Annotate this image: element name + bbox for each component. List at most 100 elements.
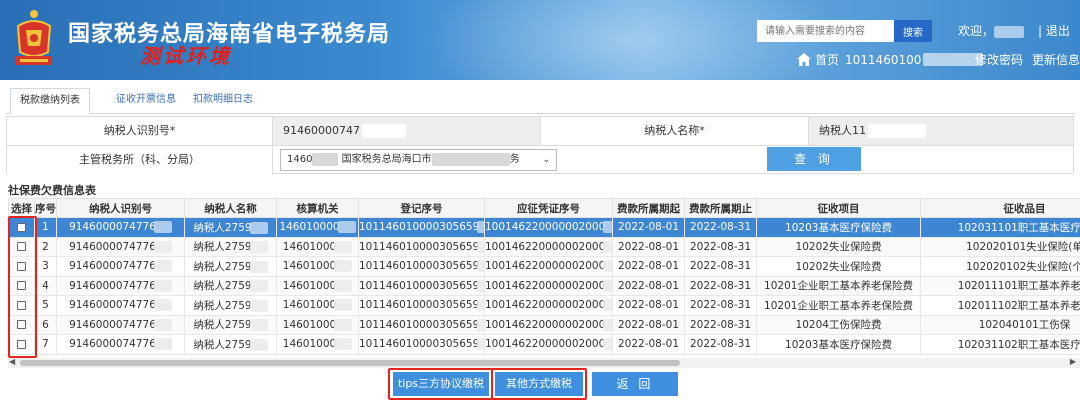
search-input[interactable] — [757, 20, 894, 42]
cell-start: 2022-08-01 — [612, 256, 685, 277]
home-link[interactable]: 首页 1011460100 — [797, 51, 984, 68]
cell-no-text: 3 — [42, 260, 49, 273]
tax-office-mid: 国家税务总局海口市 — [341, 154, 432, 165]
site-header: 国家税务总局海南省电子税务局 测试环境 搜索 欢迎， | 退出 首页 10114… — [0, 0, 1080, 80]
section-title: 社保费欠费信息表 — [8, 184, 96, 197]
cell-start-text: 2022-08-01 — [617, 260, 680, 273]
table-row[interactable]: 6 9146000074776 纳税人2759 14601000 10114601000… — [8, 314, 1080, 335]
cell-item: 10203基本医疗保险费 — [756, 217, 921, 238]
chevron-down-icon: ⌄ — [542, 155, 550, 165]
table-row[interactable]: 1 9146000074776 纳税人2759 146010000 1011460100… — [8, 217, 1080, 238]
cell-item-text: 10203基本医疗保险费 — [785, 338, 892, 351]
cell-voucher-no-text: 100146220000002000 — [485, 221, 606, 234]
redaction-mask — [249, 241, 268, 254]
cell-name: 纳税人2759 — [184, 275, 277, 296]
redaction-mask — [249, 338, 268, 351]
cell-item-text: 10202失业保险费 — [795, 241, 882, 254]
col-voucher-no: 应征凭证序号 — [484, 198, 613, 218]
scroll-left-icon[interactable]: ◀ — [9, 357, 15, 366]
redaction-mask — [334, 338, 353, 351]
table-row[interactable]: 7 9146000074776 纳税人2759 14601000 10114601000… — [8, 334, 1080, 355]
cell-start: 2022-08-01 — [612, 314, 685, 335]
tab-payment-list[interactable]: 税款缴纳列表 — [10, 88, 90, 114]
cell-item: 10204工伤保险费 — [756, 314, 921, 335]
scroll-right-icon[interactable]: ▶ — [1070, 357, 1076, 366]
logout-link[interactable]: | 退出 — [1038, 22, 1070, 39]
cell-voucher-no-text: 100146220000002000 — [485, 338, 606, 351]
query-button[interactable]: 查 询 — [767, 147, 861, 171]
cell-sub-item: 102031101职工基本医疗保 — [920, 217, 1080, 238]
cell-office-text: 146010000 — [279, 221, 340, 234]
tax-office-select[interactable]: 1460 国家税务总局海口市 务 ⌄ — [280, 149, 557, 171]
redaction-mask — [334, 260, 353, 273]
cell-end: 2022-08-31 — [684, 275, 757, 296]
col-start: 费款所属期起 — [612, 198, 685, 218]
cell-item-text: 10202失业保险费 — [795, 260, 882, 273]
redaction-mask — [603, 279, 612, 292]
change-password-link[interactable]: 修改密码 — [975, 51, 1023, 68]
taxpayer-id-mask — [361, 124, 406, 138]
cell-start-text: 2022-08-01 — [617, 318, 680, 331]
back-button[interactable]: 返 回 — [592, 372, 678, 396]
update-info-link[interactable]: 更新信息 — [1032, 51, 1080, 68]
query-form: 纳税人识别号* 91460000747 纳税人名称* 纳税人11 主管税务所（科… — [6, 116, 1074, 174]
redaction-mask — [477, 299, 484, 312]
cell-voucher-no: 100146220000002000 — [484, 314, 613, 335]
env-tag: 测试环境 — [140, 44, 232, 68]
search-button[interactable]: 搜索 — [894, 20, 932, 42]
table-row[interactable]: 4 9146000074776 纳税人2759 14601000 10114601000… — [8, 275, 1080, 296]
logout-label: 退出 — [1045, 24, 1070, 38]
cell-no-text: 7 — [42, 338, 49, 351]
cell-tax-id: 9146000074776 — [56, 236, 185, 257]
cell-item: 10201企业职工基本养老保险费 — [756, 275, 921, 296]
taxpayer-name-field[interactable]: 纳税人11 — [808, 117, 1073, 145]
redaction-mask — [477, 240, 484, 253]
arrears-table: 选择 序号 纳税人识别号 纳税人名称 核算机关 登记序号 应征凭证序号 费款所属… — [8, 198, 1080, 358]
cell-name: 纳税人2759 — [184, 295, 277, 316]
tax-office-mask-1 — [312, 152, 339, 166]
scrollbar-thumb[interactable] — [20, 360, 680, 366]
cell-voucher-no: 100146220000002000 — [484, 217, 613, 238]
other-pay-button[interactable]: 其他方式缴税 — [495, 372, 583, 396]
tab-deduction-log[interactable]: 扣款明细日志 — [193, 88, 253, 114]
cell-sub-item-text: 102040101工伤保 — [978, 319, 1071, 332]
horizontal-scrollbar[interactable]: ◀ ▶ — [8, 357, 1080, 368]
tax-office-suffix: 务 — [509, 154, 520, 165]
redaction-mask — [334, 318, 353, 331]
cell-end-text: 2022-08-31 — [689, 221, 752, 234]
col-item: 征收项目 — [756, 198, 921, 218]
cell-item: 10202失业保险费 — [756, 256, 921, 277]
cell-office: 146010000 — [276, 217, 359, 238]
cell-tax-id: 9146000074776 — [56, 334, 185, 355]
cell-tax-id-text: 9146000074776 — [69, 240, 156, 253]
cell-reg-no: 101146010000305659 — [358, 217, 485, 238]
cell-tax-id: 9146000074776 — [56, 275, 185, 296]
cell-item: 10202失业保险费 — [756, 236, 921, 257]
redaction-mask — [603, 299, 612, 312]
cell-office: 14601000 — [276, 275, 359, 296]
tab-bar: 税款缴纳列表 征收开票信息 扣款明细日志 — [6, 88, 1074, 114]
redaction-mask — [249, 280, 268, 293]
cell-voucher-no-text: 100146220000002000 — [485, 260, 606, 273]
redaction-mask — [153, 260, 172, 273]
taxpayer-name-value: 纳税人11 — [819, 124, 866, 137]
cell-sub-item-text: 102020102失业保险(个 — [966, 260, 1080, 273]
cell-start-text: 2022-08-01 — [617, 338, 680, 351]
tab-invoice-info[interactable]: 征收开票信息 — [116, 88, 176, 114]
taxpayer-id-field[interactable]: 91460000747 — [272, 117, 540, 145]
cell-no: 7 — [34, 334, 57, 355]
table-row[interactable]: 5 9146000074776 纳税人2759 14601000 10114601000… — [8, 295, 1080, 316]
cell-tax-id-text: 9146000074776 — [69, 260, 156, 273]
table-row[interactable]: 2 9146000074776 纳税人2759 14601000 10114601000… — [8, 236, 1080, 257]
tips-pay-button[interactable]: tips三方协议缴税 — [393, 372, 489, 396]
cell-reg-no: 101146010000305659 — [358, 314, 485, 335]
welcome-label: 欢迎， — [958, 24, 995, 38]
cell-start-text: 2022-08-01 — [617, 240, 680, 253]
table-row[interactable]: 3 9146000074776 纳税人2759 14601000 10114601000… — [8, 256, 1080, 277]
cell-start: 2022-08-01 — [612, 275, 685, 296]
col-no: 序号 — [34, 198, 57, 218]
cell-name: 纳税人2759 — [184, 217, 277, 238]
username-masked — [994, 25, 1025, 38]
redaction-mask — [603, 221, 612, 234]
cell-sub-item: 102020102失业保险(个 — [920, 256, 1080, 277]
